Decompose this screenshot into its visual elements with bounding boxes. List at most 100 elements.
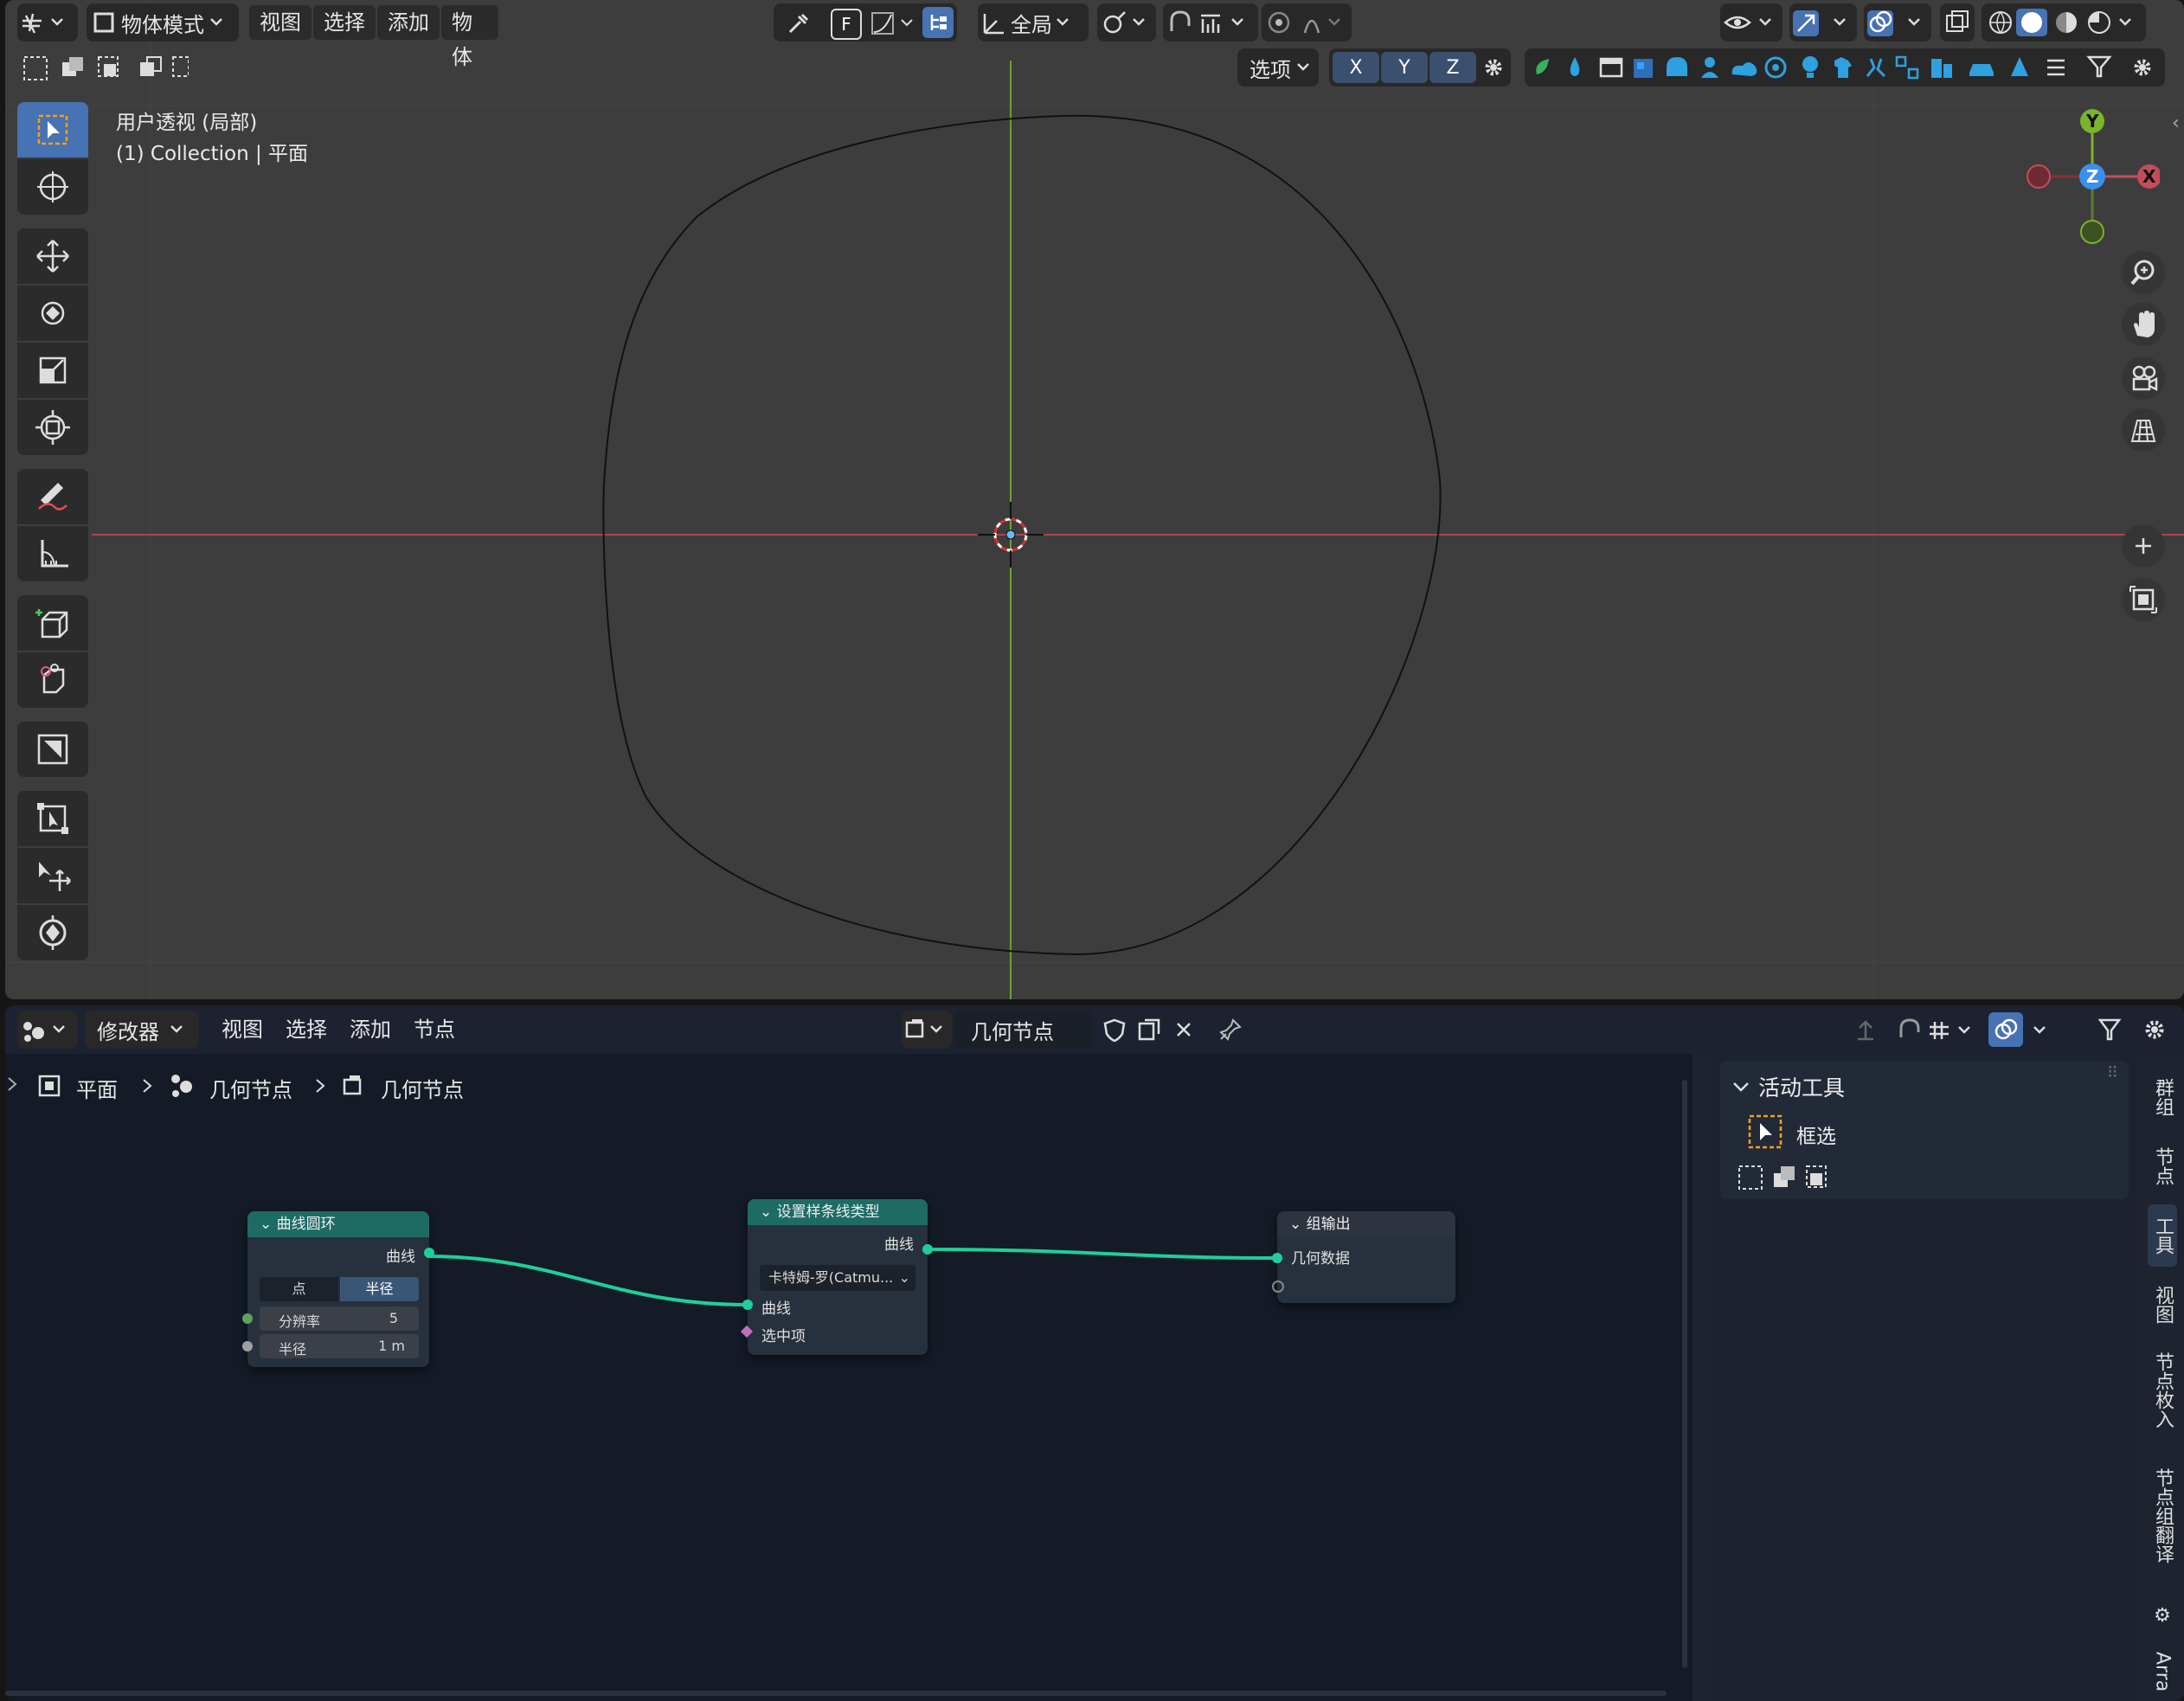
tab-misc-icon[interactable]: ⚙ (2148, 1594, 2177, 1637)
cursor-tool[interactable] (17, 159, 88, 215)
mode-radius-button[interactable]: 半径 (340, 1277, 419, 1301)
edit-tool[interactable] (17, 722, 88, 777)
editor-type-button[interactable] (17, 3, 78, 42)
tab-node-group-translate[interactable]: 节点组翻译 (2148, 1447, 2177, 1585)
snap-grid-icon[interactable] (1928, 1012, 1980, 1047)
snap-icon[interactable] (1892, 1012, 1926, 1047)
menu-object[interactable]: 物体 (441, 5, 498, 69)
collapse-chevron-icon[interactable]: ⌄ (260, 1216, 272, 1233)
ne-menu-add[interactable]: 添加 (339, 1012, 401, 1047)
move-tool[interactable] (17, 228, 88, 284)
ne-menu-view[interactable]: 视图 (211, 1012, 273, 1047)
close-icon[interactable] (1166, 1012, 1201, 1047)
node-tree-name-field[interactable]: 几何节点 (954, 1011, 1092, 1049)
tab-array[interactable]: Arra (2148, 1646, 2177, 1698)
overlay-toggle[interactable] (1864, 3, 1931, 42)
input-curve-socket[interactable] (742, 1300, 753, 1310)
primitive-tool[interactable] (17, 652, 88, 708)
rotate-cursor-tool[interactable] (17, 905, 88, 960)
node-header[interactable]: ⌄ 组输出 (1277, 1211, 1455, 1237)
fake-user-shield-icon[interactable] (1097, 1012, 1132, 1047)
shading-modes[interactable] (1982, 3, 2146, 42)
gizmo-neg-x[interactable] (2027, 164, 2051, 189)
gizmo-neg-y[interactable] (2080, 220, 2104, 244)
node-overlay-icon[interactable] (1988, 1012, 2023, 1047)
transform-orientation[interactable]: 全局 (978, 3, 1089, 42)
add-cube-tool[interactable] (17, 595, 88, 651)
tab-node-import[interactable]: 节点枚入 (2148, 1343, 2177, 1438)
navigation-gizmo[interactable]: X Y Z (2021, 102, 2160, 249)
node-header[interactable]: ⌄ 曲线圆环 (247, 1211, 429, 1237)
mirror-x-button[interactable]: X (1333, 52, 1379, 83)
tab-tool[interactable]: 工具 (2148, 1204, 2177, 1267)
vertical-scrollbar[interactable] (1682, 1080, 1687, 1668)
filter-icon[interactable] (2092, 1012, 2127, 1047)
eyedropper-icon[interactable] (782, 7, 813, 38)
collapse-chevron-icon[interactable]: ⌄ (1289, 1216, 1301, 1233)
spline-type-dropdown[interactable]: 卡特姆-罗(Catmu... ⌄ (760, 1265, 915, 1291)
plus-icon[interactable] (2122, 524, 2165, 568)
zoom-icon[interactable] (2122, 251, 2165, 294)
3d-viewport[interactable]: 物体模式 视图 选择 添加 物体 F 全局 选项 X Y Z 用户透视 (局部)… (5, 0, 2184, 999)
radius-socket[interactable] (242, 1341, 253, 1351)
collapse-chevron-icon[interactable]: ⌄ (760, 1204, 772, 1221)
duplicate-icon[interactable] (1132, 1012, 1166, 1047)
mode-points-button[interactable]: 点 (260, 1277, 338, 1301)
tab-node[interactable]: 节点 (2148, 1135, 2177, 1197)
tool-select-box-icon[interactable] (1746, 1113, 1784, 1151)
xray-toggle[interactable] (1940, 3, 1975, 42)
gear-icon[interactable] (1478, 52, 1509, 83)
camera-view-icon[interactable] (2122, 356, 2165, 400)
drag-handle-icon[interactable]: ⠿ (2107, 1064, 2118, 1082)
resolution-field[interactable]: 分辨率 5 (260, 1306, 419, 1331)
collapse-chevron-icon[interactable] (1731, 1076, 1751, 1097)
knife-tool[interactable] (17, 791, 88, 846)
options-dropdown[interactable]: 选项 (1237, 48, 1319, 87)
section-title[interactable]: 活动工具 (1758, 1071, 1845, 1102)
parent-tree-icon[interactable] (1848, 1012, 1883, 1047)
annotate-tool[interactable] (17, 469, 88, 524)
output-socket[interactable] (922, 1244, 933, 1255)
mode-selector[interactable]: 物体模式 (87, 3, 239, 42)
mirror-z-button[interactable]: Z (1429, 52, 1476, 83)
resolution-socket[interactable] (242, 1313, 253, 1324)
sidebar-toggle-chevron-icon[interactable]: ‹ (2172, 112, 2180, 134)
transform-tool[interactable] (17, 400, 88, 455)
node-set-spline-type[interactable]: ⌄ 设置样条线类型 曲线 卡特姆-罗(Catmu... ⌄ 曲线 选中项 (740, 1199, 933, 1355)
ne-menu-node[interactable]: 节点 (403, 1012, 466, 1047)
ne-menu-select[interactable]: 选择 (275, 1012, 337, 1047)
snapping[interactable] (1163, 3, 1258, 42)
node-group-output[interactable]: ⌄ 组输出 几何数据 (1272, 1211, 1455, 1303)
perspective-grid-icon[interactable] (2122, 408, 2165, 452)
radius-field[interactable]: 半径 1 m (260, 1334, 419, 1358)
select-mode-icons[interactable] (1736, 1161, 1840, 1192)
visibility-toggle[interactable] (1720, 3, 1783, 42)
tab-group[interactable]: 群组 (2148, 1066, 2177, 1128)
outliner-icon[interactable] (922, 7, 954, 38)
node-curve-circle[interactable]: ⌄ 曲线圆环 曲线 点 半径 分辨率 5 半径 1 m (242, 1211, 434, 1367)
empty-socket[interactable] (1272, 1281, 1284, 1293)
proportional-editing[interactable] (1262, 3, 1352, 42)
pan-hand-icon[interactable] (2122, 303, 2165, 346)
select-box-tool[interactable] (17, 102, 88, 157)
object-type-filter-icons[interactable] (1525, 50, 2165, 85)
gizmo-toggle[interactable] (1789, 3, 1857, 42)
cursor-move-tool[interactable] (17, 848, 88, 903)
scale-tool[interactable] (17, 343, 88, 398)
falloff-f-icon[interactable]: F (831, 9, 862, 40)
node-canvas[interactable]: 平面 几何节点 几何节点 ⌄ 曲线圆环 曲线 点 半径 分辨率 5 半径 1 m… (5, 1054, 1693, 1701)
output-socket[interactable] (424, 1248, 434, 1258)
menu-add[interactable]: 添加 (377, 5, 440, 40)
curve-falloff-icon[interactable] (869, 7, 921, 38)
frame-selected-icon[interactable] (2122, 578, 2165, 621)
select-mode-buttons[interactable] (17, 48, 189, 87)
gear-icon[interactable] (2137, 1012, 2172, 1047)
node-tree-browse[interactable] (902, 1011, 952, 1049)
rotate-tool[interactable] (17, 286, 88, 341)
geometry-node-context[interactable]: 修改器 (85, 1011, 199, 1049)
measure-tool[interactable] (17, 526, 88, 581)
pivot-point[interactable] (1097, 3, 1156, 42)
chevron-down-icon[interactable] (2027, 1012, 2052, 1047)
node-header[interactable]: ⌄ 设置样条线类型 (748, 1199, 928, 1225)
mirror-y-button[interactable]: Y (1381, 52, 1428, 83)
